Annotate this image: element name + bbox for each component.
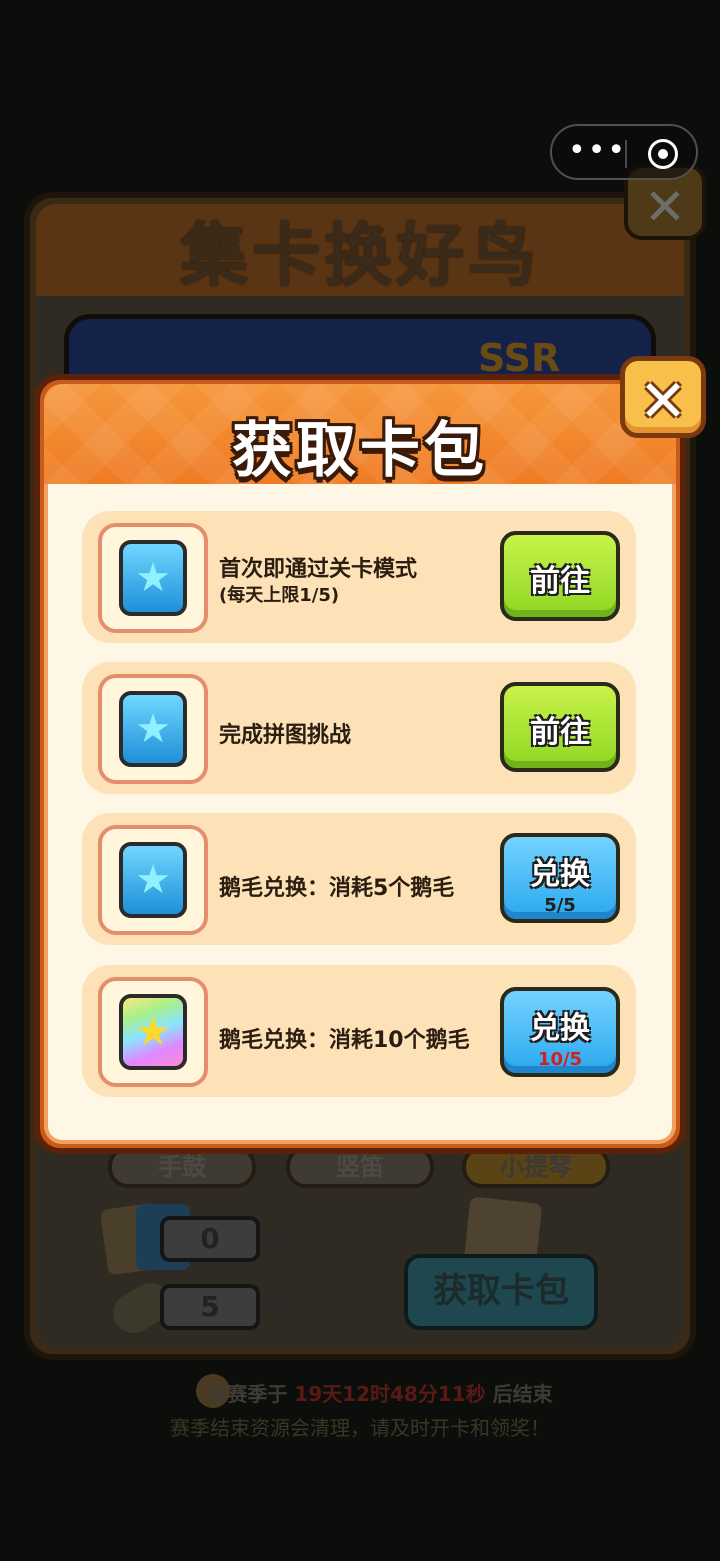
panel-title: 集卡换好鸟	[179, 217, 540, 296]
blue-card-pack-icon: ★	[119, 540, 187, 616]
feather-count: 5	[160, 1284, 260, 1330]
blue-card-pack-icon: ★	[119, 691, 187, 767]
star-icon: ★	[135, 706, 171, 752]
countdown-value: 19天12时48分11秒	[294, 1382, 486, 1406]
more-menu-icon[interactable]: •••	[568, 136, 625, 166]
go-button[interactable]: 前往	[500, 682, 620, 772]
miniprogram-capsule: •••	[550, 124, 698, 180]
star-icon: ★	[135, 857, 171, 903]
task-label: 首次即通过关卡模式	[219, 557, 418, 582]
go-button[interactable]: 前往	[500, 531, 620, 621]
dialog-header: 获取卡包	[44, 384, 676, 488]
exit-miniprogram-icon[interactable]	[648, 139, 678, 169]
task-limit: (每天上限1/5)	[219, 585, 340, 606]
screen: 集卡换好鸟 SSR ✕ 手鼓 竖笛 小提琴 0 + 5 + 获取卡包 本赛季于 …	[0, 0, 720, 1561]
season-notice: 赛季结束资源会清理，请及时开卡和领奖！	[170, 1416, 550, 1440]
task-row: ★ 鹅毛兑换：消耗10个鹅毛 兑换 10/5	[82, 965, 636, 1097]
rainbow-card-pack-icon: ★	[119, 994, 187, 1070]
pack-thumbnail: ★	[98, 977, 208, 1087]
add-pack-button[interactable]: +	[258, 1214, 295, 1265]
exchange-progress: 5/5	[544, 895, 576, 916]
task-label: 完成拼图挑战	[219, 723, 352, 748]
blue-card-pack-icon: ★	[119, 842, 187, 918]
exchange-button[interactable]: 兑换 10/5	[500, 987, 620, 1077]
star-icon: ★	[135, 1009, 171, 1055]
task-row: ★ 首次即通过关卡模式 (每天上限1/5) 前往	[82, 511, 636, 643]
get-pack-button[interactable]: 获取卡包	[404, 1254, 598, 1330]
close-icon: ✕	[644, 178, 686, 236]
pack-thumbnail: ★	[98, 825, 208, 935]
add-feather-button[interactable]: +	[258, 1282, 295, 1333]
dialog-close-button[interactable]: ✕	[620, 356, 706, 438]
exchange-progress: 10/5	[537, 1049, 583, 1070]
capsule-divider	[625, 140, 627, 168]
pack-thumbnail: ★	[98, 523, 208, 633]
season-countdown: 本赛季于 19天12时48分11秒 后结束	[207, 1382, 553, 1406]
dialog-title: 获取卡包	[232, 416, 488, 486]
task-label: 鹅毛兑换：消耗5个鹅毛	[219, 876, 455, 901]
close-icon: ✕	[638, 367, 688, 435]
task-row: ★ 鹅毛兑换：消耗5个鹅毛 兑换 5/5	[82, 813, 636, 945]
star-icon: ★	[135, 555, 171, 601]
exchange-button[interactable]: 兑换 5/5	[500, 833, 620, 923]
task-row: ★ 完成拼图挑战 前往	[82, 662, 636, 794]
task-label: 鹅毛兑换：消耗10个鹅毛	[219, 1028, 470, 1053]
pack-thumbnail: ★	[98, 674, 208, 784]
pack-count: 0	[160, 1216, 260, 1262]
